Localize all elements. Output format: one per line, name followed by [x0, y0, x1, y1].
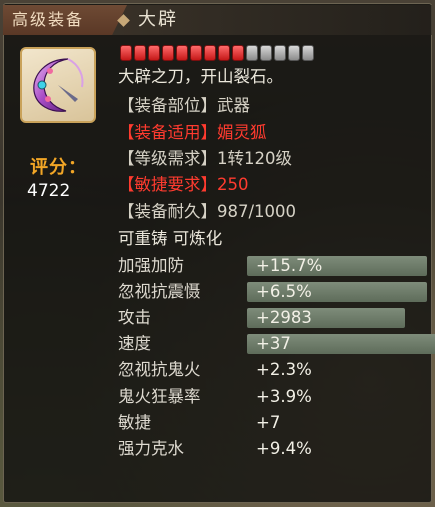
stat-row: 强力克水 +9.4% — [118, 437, 418, 461]
durability-pips — [120, 45, 314, 61]
agility-requirement-line: 【敏捷要求】250 — [118, 174, 249, 196]
stat-name: 鬼火狂暴率 — [118, 387, 201, 406]
crescent-moon-blade-icon — [33, 58, 84, 112]
stat-row: 忽视抗震慑 +6.5% — [118, 280, 427, 304]
durability-pip-filled — [190, 45, 202, 61]
durability-pip-empty — [302, 45, 314, 61]
equip-suitable-value: 媚灵狐 — [217, 123, 267, 142]
durability-pip-filled — [176, 45, 188, 61]
tooltip-header: 高级装备 大辟 — [3, 5, 432, 35]
durability-pip-filled — [232, 45, 244, 61]
item-name: 大辟 — [138, 9, 178, 30]
stat-name: 强力克水 — [118, 439, 184, 458]
durability-pip-empty — [274, 45, 286, 61]
agility-requirement-value: 250 — [217, 175, 249, 194]
durability-pip-filled — [162, 45, 174, 61]
stat-row: 忽视抗鬼火 +2.3% — [118, 358, 418, 382]
stat-row: 鬼火狂暴率 +3.9% — [118, 385, 418, 409]
durability-pip-empty — [288, 45, 300, 61]
durability-pip-filled — [218, 45, 230, 61]
stat-name: 加强加防 — [118, 256, 184, 275]
durability-pip-empty — [246, 45, 258, 61]
score-label: 评分： — [30, 157, 87, 178]
stat-name: 忽视抗鬼火 — [118, 360, 201, 379]
item-description: 大辟之刀，开山裂石。 — [118, 67, 283, 86]
stat-value: +15.7% — [256, 256, 323, 275]
item-grade-tab: 高级装备 — [3, 5, 127, 35]
stat-value: +9.4% — [256, 439, 312, 458]
stat-value: +2983 — [256, 308, 312, 327]
level-requirement-line: 【等级需求】1转120级 — [118, 149, 292, 168]
durability-pip-empty — [260, 45, 272, 61]
equip-suitable-label: 【装备适用】 — [118, 123, 217, 142]
stat-row: 加强加防 +15.7% — [118, 254, 427, 278]
stat-row: 敏捷 +7 — [118, 411, 418, 435]
stat-value: +2.3% — [256, 360, 312, 379]
equip-suitable-line: 【装备适用】媚灵狐 — [118, 122, 267, 144]
stat-value: +7 — [256, 413, 281, 432]
item-flags: 可重铸 可炼化 — [118, 229, 223, 248]
stat-row: 攻击 +2983 — [118, 306, 418, 330]
equip-slot-line: 【装备部位】武器 — [118, 96, 250, 115]
durability-pip-filled — [148, 45, 160, 61]
stat-value: +37 — [256, 334, 291, 353]
stat-value: +6.5% — [256, 282, 312, 301]
stat-name: 忽视抗震慑 — [118, 282, 201, 301]
stat-name: 攻击 — [118, 308, 151, 327]
stat-row: 速度 +37 — [118, 332, 435, 356]
stat-value: +3.9% — [256, 387, 312, 406]
durability-pip-filled — [204, 45, 216, 61]
durability-pip-filled — [134, 45, 146, 61]
stat-name: 敏捷 — [118, 413, 151, 432]
stat-name: 速度 — [118, 334, 151, 353]
item-icon-frame[interactable] — [20, 47, 96, 123]
durability-pip-filled — [120, 45, 132, 61]
agility-requirement-label: 【敏捷要求】 — [118, 175, 217, 194]
score-value: 4722 — [27, 181, 71, 201]
durability-line: 【装备耐久】987/1000 — [118, 202, 297, 221]
